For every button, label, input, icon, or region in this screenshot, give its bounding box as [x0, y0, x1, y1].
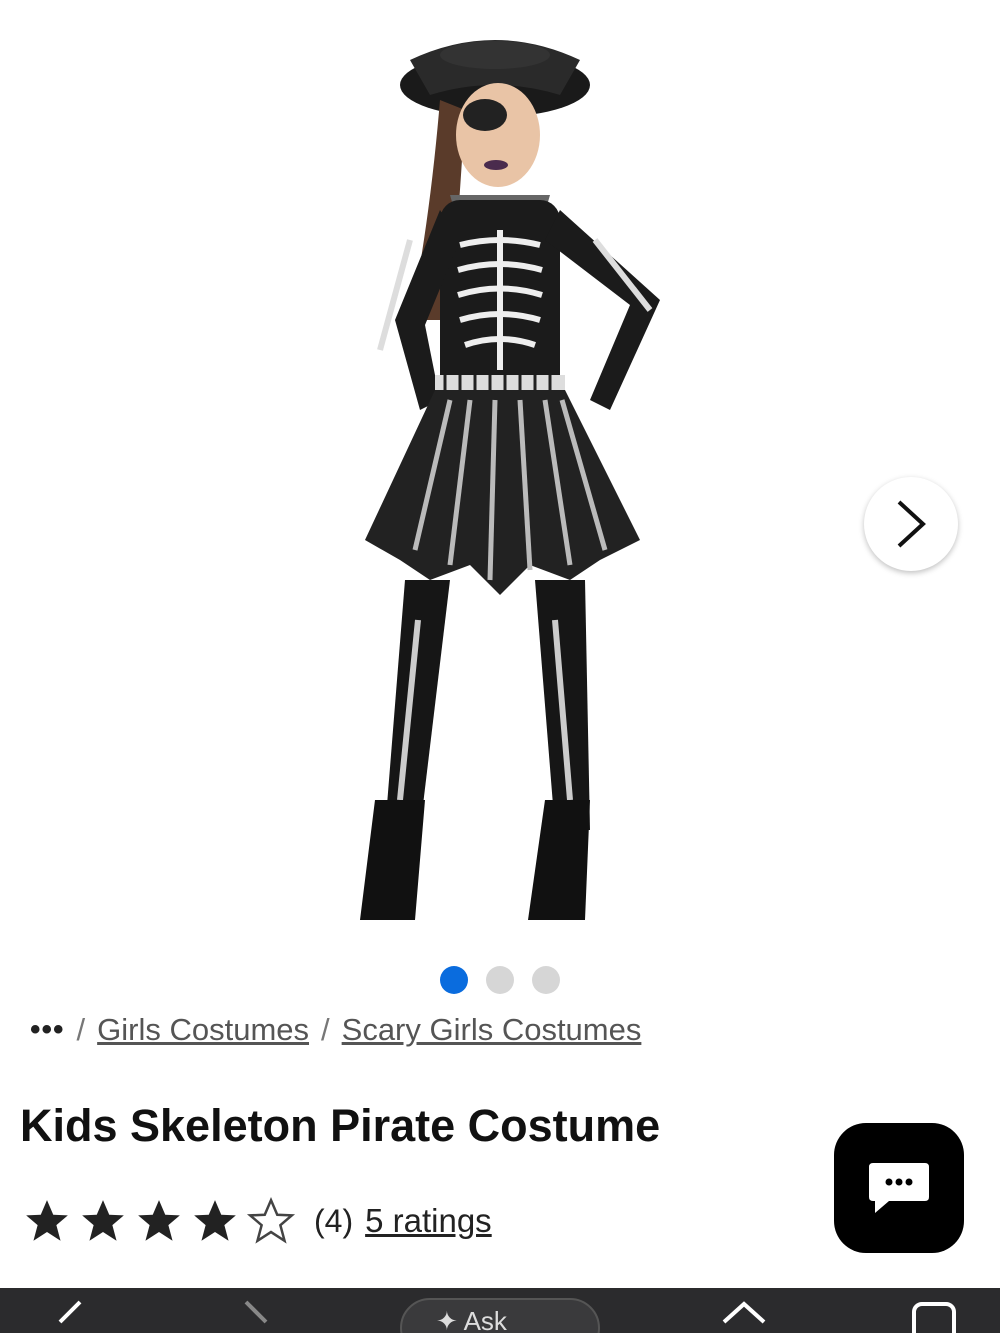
star-filled-icon: [138, 1200, 180, 1241]
product-rating[interactable]: (4) 5 ratings: [22, 1196, 492, 1246]
product-title: Kids Skeleton Pirate Costume: [20, 1100, 661, 1151]
breadcrumb-separator: /: [321, 1012, 330, 1047]
star-empty-icon: [246, 1196, 296, 1244]
breadcrumb: ••• / Girls Costumes / Scary Girls Costu…: [30, 1012, 641, 1048]
product-image[interactable]: [0, 0, 1000, 950]
carousel-dots: [0, 966, 1000, 996]
carousel-dot-1[interactable]: [440, 966, 468, 994]
chat-bubble-icon: [869, 1163, 929, 1213]
chevron-right-icon: [897, 500, 926, 548]
tabs-icon[interactable]: [910, 1298, 958, 1333]
rating-count: (4): [314, 1202, 354, 1239]
ask-icon: ✦: [436, 1306, 458, 1333]
star-filled-icon: [82, 1200, 124, 1241]
home-icon[interactable]: [720, 1298, 768, 1333]
costume-illustration: [360, 40, 660, 920]
ask-button[interactable]: ✦ Ask: [400, 1298, 600, 1333]
star-filled-icon: [194, 1200, 236, 1241]
carousel-dot-2[interactable]: [486, 966, 514, 994]
forward-icon[interactable]: [240, 1298, 280, 1333]
browser-bottom-bar: ✦ Ask: [0, 1288, 1000, 1333]
star-rating: [22, 1196, 296, 1246]
ask-label: Ask: [463, 1306, 507, 1333]
chat-button[interactable]: [834, 1123, 964, 1253]
ratings-link[interactable]: 5 ratings: [365, 1202, 492, 1240]
carousel-dot-3[interactable]: [532, 966, 560, 994]
breadcrumb-girls-costumes[interactable]: Girls Costumes: [97, 1012, 309, 1048]
breadcrumb-separator: /: [76, 1012, 86, 1047]
back-icon[interactable]: [50, 1298, 90, 1333]
product-page: ••• / Girls Costumes / Scary Girls Costu…: [0, 0, 1000, 1333]
next-image-button[interactable]: [864, 477, 958, 571]
breadcrumb-more-button[interactable]: •••: [30, 1013, 65, 1047]
star-filled-icon: [26, 1200, 68, 1241]
breadcrumb-scary-girls-costumes[interactable]: Scary Girls Costumes: [342, 1012, 642, 1048]
